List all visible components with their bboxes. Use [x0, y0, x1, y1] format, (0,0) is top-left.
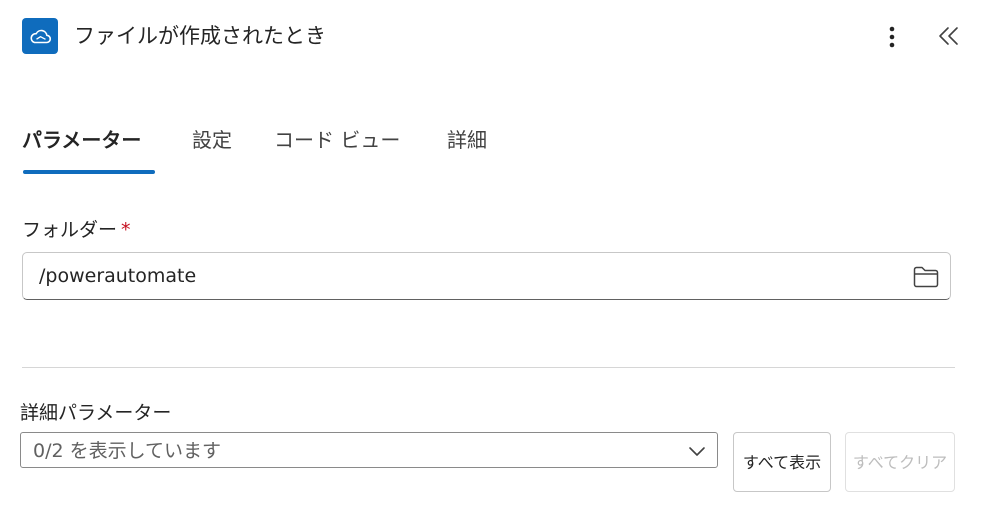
folder-label-text: フォルダー — [22, 219, 118, 241]
folder-icon — [913, 266, 939, 288]
chevron-down-icon — [689, 447, 705, 456]
double-chevron-left-icon — [939, 27, 958, 45]
clear-all-button-label: すべてクリア — [852, 452, 948, 472]
advanced-parameters-dropdown-value: 0/2 を表示しています — [33, 440, 222, 462]
folder-label: フォルダー * — [22, 218, 131, 242]
more-vertical-icon — [889, 26, 895, 48]
tab-settings[interactable]: 設定 — [192, 126, 232, 154]
more-options-button[interactable] — [880, 22, 904, 52]
active-tab-indicator — [23, 170, 155, 174]
folder-field-value: /powerautomate — [39, 265, 197, 287]
advanced-parameters-dropdown[interactable]: 0/2 を表示しています — [20, 432, 718, 468]
section-divider — [22, 367, 955, 368]
folder-field[interactable]: /powerautomate — [22, 252, 951, 300]
required-indicator: * — [121, 219, 131, 241]
show-all-button[interactable]: すべて表示 — [733, 432, 831, 492]
advanced-parameters-label: 詳細パラメーター — [20, 402, 172, 424]
tab-parameters[interactable]: パラメーター — [22, 126, 141, 154]
header: ファイルが作成されたとき — [22, 18, 962, 56]
clear-all-button[interactable]: すべてクリア — [845, 432, 955, 492]
onedrive-cloud-icon — [22, 18, 58, 54]
show-all-button-label: すべて表示 — [742, 452, 822, 472]
folder-picker-button[interactable] — [912, 264, 940, 290]
collapse-panel-button[interactable] — [934, 20, 964, 52]
page-title: ファイルが作成されたとき — [74, 24, 326, 48]
tab-details[interactable]: 詳細 — [447, 126, 487, 154]
tab-code-view[interactable]: コード ビュー — [274, 126, 400, 154]
